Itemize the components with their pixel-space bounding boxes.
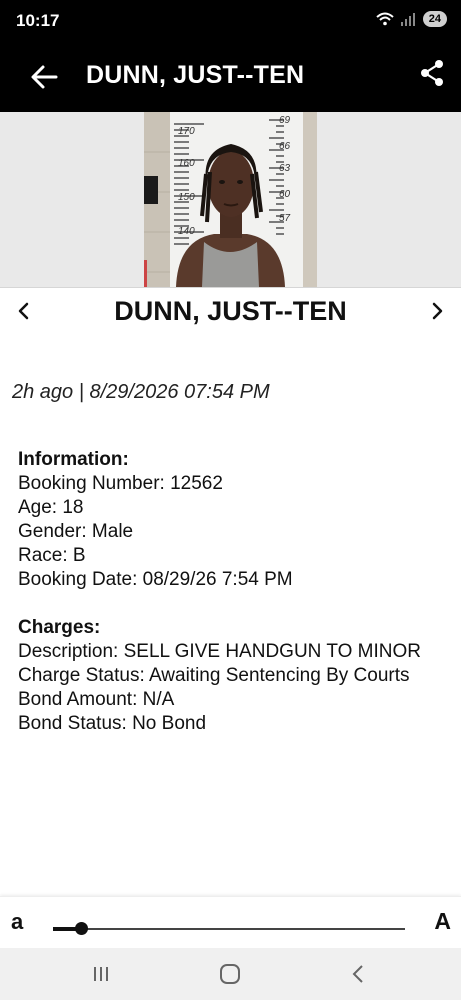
status-icons: 24 (375, 11, 447, 27)
booking-timestamp: 2h ago | 8/29/2026 07:54 PM (12, 381, 270, 403)
age: Age: 18 (18, 497, 84, 518)
height-mark: 57 (279, 213, 291, 224)
font-size-small-label: a (11, 909, 24, 934)
page-title: DUNN, JUST--TEN (86, 61, 305, 89)
system-nav-bar (0, 948, 461, 1000)
information-heading: Information: (18, 449, 129, 470)
home-button[interactable] (217, 962, 243, 986)
recent-apps-button[interactable] (88, 962, 114, 986)
charge-status: Charge Status: Awaiting Sentencing By Co… (18, 665, 410, 686)
record-details: Information: Booking Number: 12562 Age: … (18, 448, 421, 736)
bond-status: Bond Status: No Bond (18, 713, 207, 734)
share-button[interactable] (417, 58, 447, 88)
booking-number: Booking Number: 12562 (18, 473, 223, 494)
home-icon (220, 964, 240, 984)
system-back-icon (352, 965, 363, 983)
height-mark: 150 (178, 192, 195, 203)
charges-heading: Charges: (18, 617, 101, 638)
mugshot-photo[interactable]: 170 160 150 140 69 66 63 60 57 (144, 112, 317, 287)
height-mark: 63 (279, 163, 291, 174)
record-name: DUNN, JUST--TEN (114, 296, 347, 326)
status-bar: 10:17 24 (0, 0, 461, 42)
height-mark: 66 (279, 141, 291, 152)
signal-icon (400, 12, 417, 26)
font-size-large-label: A (434, 908, 451, 934)
font-size-control: a A (0, 896, 461, 949)
booking-date: Booking Date: 08/29/26 7:54 PM (18, 569, 293, 590)
height-mark: 170 (178, 126, 195, 137)
bond-amount: Bond Amount: N/A (18, 689, 175, 710)
battery-indicator: 24 (422, 11, 447, 27)
wifi-icon (375, 12, 395, 26)
height-mark: 160 (178, 158, 195, 169)
back-button[interactable] (28, 62, 62, 92)
status-time: 10:17 (16, 11, 60, 30)
next-record-button[interactable] (425, 298, 449, 324)
share-icon (421, 60, 443, 86)
photo-strip: 170 160 150 140 69 66 63 60 57 (0, 112, 461, 287)
record-name-row: DUNN, JUST--TEN (0, 287, 461, 336)
chevron-right-icon (432, 302, 443, 320)
charge-description: Description: SELL GIVE HANDGUN TO MINOR (18, 641, 421, 662)
recent-apps-icon (94, 967, 108, 981)
app-bar: DUNN, JUST--TEN (0, 42, 461, 112)
font-size-slider[interactable] (53, 922, 405, 935)
system-back-button[interactable] (346, 962, 372, 986)
back-arrow-icon (31, 65, 58, 89)
gender: Gender: Male (18, 521, 134, 542)
height-mark: 60 (279, 189, 291, 200)
race: Race: B (18, 545, 86, 566)
height-mark: 140 (178, 226, 195, 237)
height-mark: 69 (279, 115, 291, 126)
slider-thumb[interactable] (75, 922, 88, 935)
